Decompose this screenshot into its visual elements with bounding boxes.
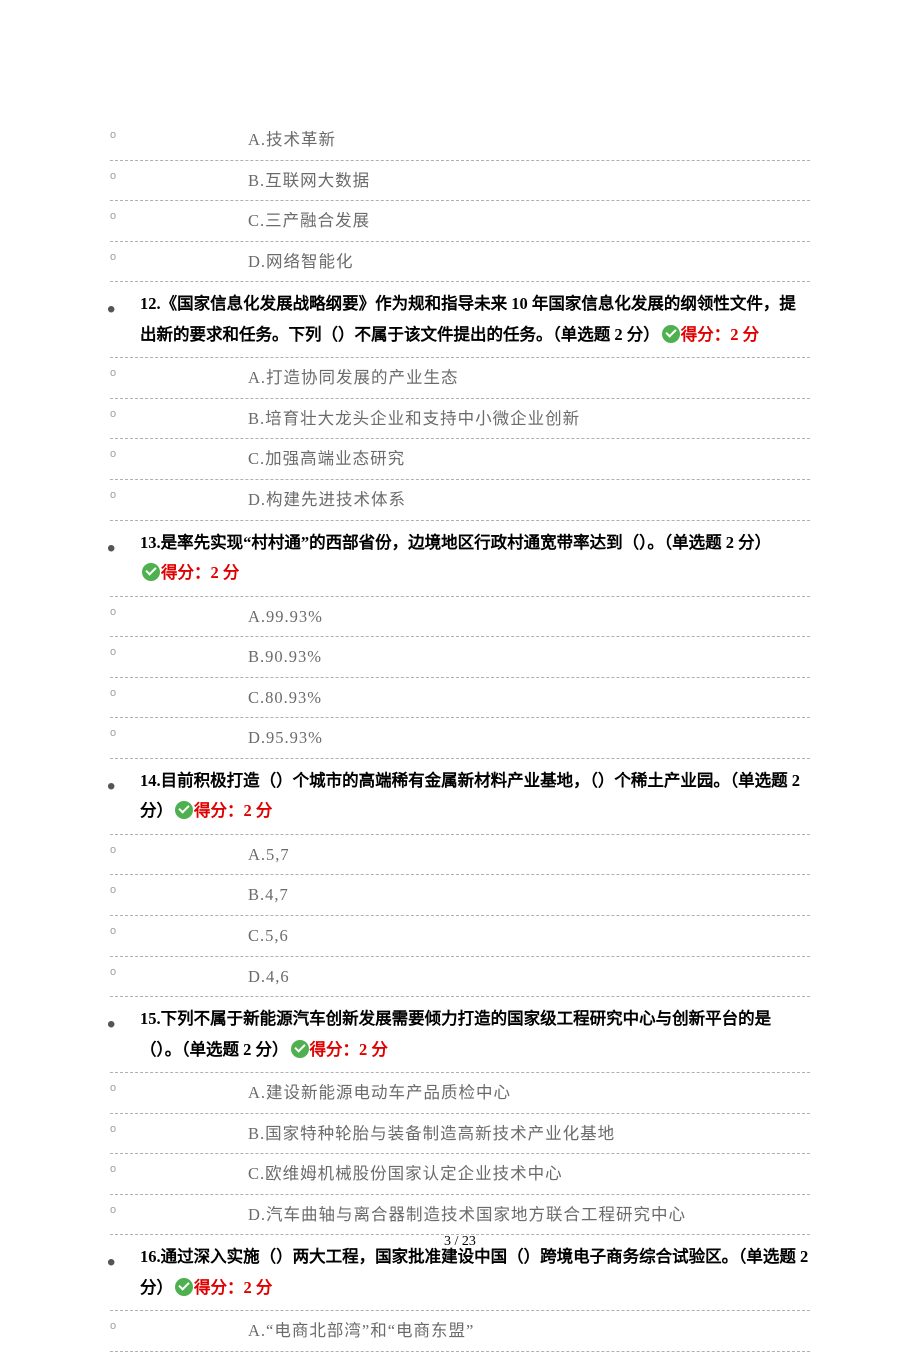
- question-body: 13.是率先实现“村村通”的西部省份，边境地区行政村通宽带率达到（）。（单选题 …: [140, 528, 810, 589]
- option-row: o B.90.93%: [110, 637, 810, 678]
- option-text: C.80.93%: [248, 688, 322, 707]
- bullet-marker: o: [110, 446, 116, 463]
- option-text: B.4,7: [248, 885, 289, 904]
- option-text: B.互联网大数据: [248, 171, 370, 190]
- option-row: o B.国家特种轮胎与装备制造高新技术产业化基地: [110, 1114, 810, 1155]
- option-text: B.90.93%: [248, 647, 322, 666]
- option-text: C.欧维姆机械股份国家认定企业技术中心: [248, 1164, 563, 1183]
- bullet-marker: o: [110, 1318, 116, 1335]
- option-row: o B.4,7: [110, 875, 810, 916]
- option-row: o C.三产融合发展: [110, 201, 810, 242]
- question-number: 12.: [140, 294, 161, 313]
- question-number: 14.: [140, 771, 161, 790]
- option-text: C.加强高端业态研究: [248, 449, 405, 468]
- bullet-marker: o: [110, 842, 116, 859]
- option-text: C.三产融合发展: [248, 211, 370, 230]
- option-row: o A.5,7: [110, 835, 810, 876]
- option-text: A.打造协同发展的产业生态: [248, 368, 459, 387]
- option-text: A.技术革新: [248, 130, 336, 149]
- option-row: o D.95.93%: [110, 718, 810, 759]
- bullet-marker: o: [110, 365, 116, 382]
- score-text: 得分：2 分: [161, 563, 239, 582]
- option-row: o D.构建先进技术体系: [110, 480, 810, 521]
- question-tag: （单选题 2 分）: [664, 533, 771, 552]
- score-text: 得分：2 分: [194, 1278, 272, 1297]
- option-text: C.5,6: [248, 926, 289, 945]
- question-body: 14.目前积极打造（）个城市的高端稀有金属新材料产业基地，（）个稀土产业园。（单…: [140, 766, 810, 827]
- bullet-marker: o: [110, 1161, 116, 1178]
- option-text: B.国家特种轮胎与装备制造高新技术产业化基地: [248, 1124, 615, 1143]
- bullet-marker: o: [110, 685, 116, 702]
- bullet-marker: o: [110, 923, 116, 940]
- option-text: D.构建先进技术体系: [248, 490, 406, 509]
- option-text: D.网络智能化: [248, 252, 354, 271]
- question-body: 15.下列不属于新能源汽车创新发展需要倾力打造的国家级工程研究中心与创新平台的是…: [140, 1004, 810, 1065]
- bullet-marker: o: [110, 725, 116, 742]
- question-list: o A.技术革新 o B.互联网大数据 o C.三产融合发展 o D.网络智能化…: [110, 120, 810, 1352]
- question-row: 14.目前积极打造（）个城市的高端稀有金属新材料产业基地，（）个稀土产业园。（单…: [110, 759, 810, 835]
- score-text: 得分：2 分: [681, 325, 759, 344]
- option-row: o C.5,6: [110, 916, 810, 957]
- bullet-marker: o: [110, 604, 116, 621]
- option-row: o A.“电商北部湾”和“电商东盟”: [110, 1311, 810, 1352]
- question-row: 15.下列不属于新能源汽车创新发展需要倾力打造的国家级工程研究中心与创新平台的是…: [110, 997, 810, 1073]
- option-text: D.95.93%: [248, 728, 323, 747]
- question-row: 12.《国家信息化发展战略纲要》作为规和指导未来 10 年国家信息化发展的纲领性…: [110, 282, 810, 358]
- bullet-marker: o: [110, 1080, 116, 1097]
- question-tag: （单选题 2 分）: [553, 325, 660, 344]
- bullet-marker: o: [110, 406, 116, 423]
- check-icon: [142, 563, 160, 581]
- option-text: A.“电商北部湾”和“电商东盟”: [248, 1321, 474, 1340]
- check-icon: [175, 1278, 193, 1296]
- question-number: 13.: [140, 533, 161, 552]
- option-row: o B.培育壮大龙头企业和支持中小微企业创新: [110, 399, 810, 440]
- bullet-marker: o: [110, 644, 116, 661]
- option-row: o D.4,6: [110, 957, 810, 998]
- bullet-marker: o: [110, 1202, 116, 1219]
- option-row: o C.欧维姆机械股份国家认定企业技术中心: [110, 1154, 810, 1195]
- option-row: o A.技术革新: [110, 120, 810, 161]
- check-icon: [662, 325, 680, 343]
- question-body: 16.通过深入实施（）两大工程，国家批准建设中国（）跨境电子商务综合试验区。（单…: [140, 1242, 810, 1303]
- check-icon: [291, 1040, 309, 1058]
- option-text: B.培育壮大龙头企业和支持中小微企业创新: [248, 409, 580, 428]
- option-row: o C.加强高端业态研究: [110, 439, 810, 480]
- bullet-marker: o: [110, 1121, 116, 1138]
- option-row: o A.建设新能源电动车产品质检中心: [110, 1073, 810, 1114]
- question-number: 15.: [140, 1009, 161, 1028]
- option-row: o B.互联网大数据: [110, 161, 810, 202]
- question-row: 13.是率先实现“村村通”的西部省份，边境地区行政村通宽带率达到（）。（单选题 …: [110, 521, 810, 597]
- option-text: A.建设新能源电动车产品质检中心: [248, 1083, 511, 1102]
- option-text: D.汽车曲轴与离合器制造技术国家地方联合工程研究中心: [248, 1205, 686, 1224]
- bullet-marker: o: [110, 882, 116, 899]
- bullet-marker: o: [110, 249, 116, 266]
- question-stem: 通过深入实施（）两大工程，国家批准建设中国（）跨境电子商务综合试验区。: [161, 1247, 739, 1266]
- page-footer: 3 / 23: [0, 1234, 920, 1250]
- bullet-marker: o: [110, 487, 116, 504]
- question-body: 12.《国家信息化发展战略纲要》作为规和指导未来 10 年国家信息化发展的纲领性…: [140, 289, 810, 350]
- option-text: A.99.93%: [248, 607, 323, 626]
- option-text: D.4,6: [248, 967, 290, 986]
- question-stem: 是率先实现“村村通”的西部省份，边境地区行政村通宽带率达到（）。: [161, 533, 664, 552]
- option-row: o C.80.93%: [110, 678, 810, 719]
- option-row: o D.网络智能化: [110, 242, 810, 283]
- bullet-marker: o: [110, 127, 116, 144]
- question-stem: 目前积极打造（）个城市的高端稀有金属新材料产业基地，（）个稀土产业园。: [161, 771, 730, 790]
- option-row: o A.打造协同发展的产业生态: [110, 358, 810, 399]
- document-page: o A.技术革新 o B.互联网大数据 o C.三产融合发展 o D.网络智能化…: [0, 0, 920, 1352]
- bullet-marker: o: [110, 964, 116, 981]
- option-row: o D.汽车曲轴与离合器制造技术国家地方联合工程研究中心: [110, 1195, 810, 1236]
- check-icon: [175, 801, 193, 819]
- question-number: 16.: [140, 1247, 161, 1266]
- score-text: 得分：2 分: [194, 801, 272, 820]
- option-text: A.5,7: [248, 845, 290, 864]
- bullet-marker: o: [110, 208, 116, 225]
- bullet-marker: o: [110, 168, 116, 185]
- question-tag: （单选题 2 分）: [181, 1040, 288, 1059]
- option-row: o A.99.93%: [110, 597, 810, 638]
- score-text: 得分：2 分: [310, 1040, 388, 1059]
